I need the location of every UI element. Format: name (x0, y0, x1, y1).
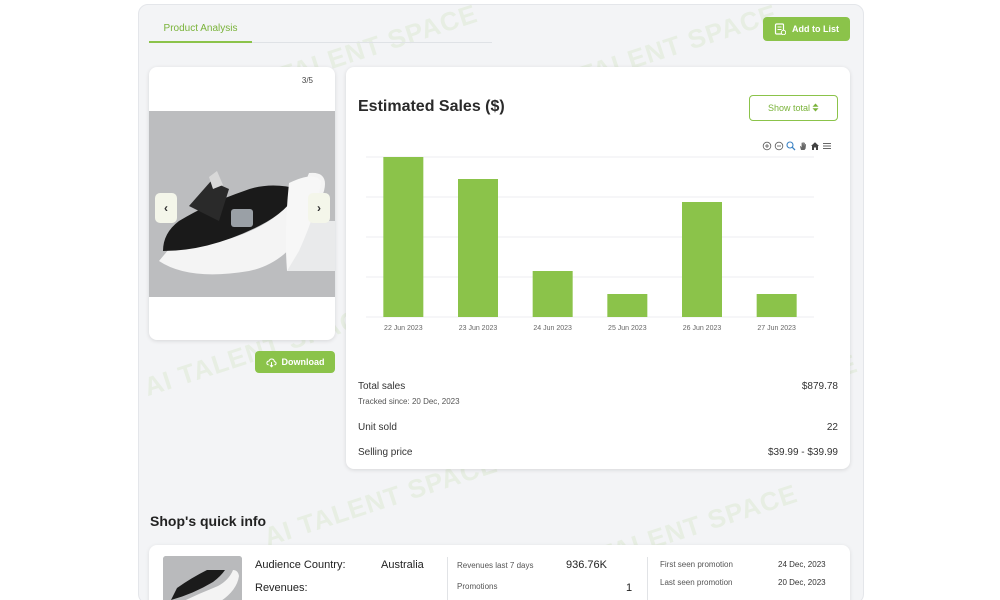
total-sales-value: $879.78 (801, 381, 838, 392)
unit-sold-label: Unit sold (358, 422, 397, 433)
x-axis-tick-label: 24 Jun 2023 (533, 325, 572, 332)
total-sales-label: Total sales (358, 381, 406, 392)
promotions-label: Promotions (457, 582, 498, 591)
shop-quick-info-heading: Shop's quick info (150, 513, 267, 529)
x-axis-tick-label: 26 Jun 2023 (683, 325, 722, 332)
shop-info-card: Audience Country: Australia Revenues: Re… (149, 545, 850, 600)
product-image-card: 3/5 ‹ › (149, 67, 335, 340)
revenues-label: Revenues: (255, 582, 308, 594)
last-seen-promotion-value: 20 Dec, 2023 (778, 578, 826, 587)
next-image-button[interactable]: › (308, 193, 330, 223)
sales-bar-chart: 22 Jun 2023 23 Jun 2023 24 Jun 2023 25 Jun … (366, 156, 814, 332)
add-to-list-button[interactable]: Add to List (763, 17, 850, 41)
divider (447, 557, 448, 600)
chart-bar[interactable] (607, 294, 648, 317)
last-seen-promotion-label: Last seen promotion (660, 578, 733, 587)
x-axis-tick-label: 22 Jun 2023 (384, 325, 423, 332)
chart-bar[interactable] (682, 202, 722, 317)
audience-country-value: Australia (381, 559, 424, 571)
download-label: Download (281, 357, 325, 367)
chart-bar[interactable] (756, 294, 797, 317)
download-button[interactable]: Download (255, 351, 335, 373)
x-axis-tick-label: 27 Jun 2023 (757, 325, 796, 332)
tracked-since-text: Tracked since: 20 Dec, 2023 (358, 397, 460, 406)
selling-price-label: Selling price (358, 447, 413, 458)
chart-bar[interactable] (458, 179, 498, 317)
first-seen-promotion-label: First seen promotion (660, 560, 733, 569)
cloud-download-icon (265, 357, 277, 368)
unit-sold-value: 22 (826, 422, 838, 433)
selling-price-value: $39.99 - $39.99 (767, 447, 838, 458)
revenues-7-days-value: 936.76K (566, 559, 607, 571)
chart-bar[interactable] (532, 271, 573, 317)
estimated-sales-card: Estimated Sales ($) Show total 22 Jun 20… (346, 67, 850, 469)
x-axis-tick-label: 23 Jun 2023 (459, 325, 498, 332)
tab-product-analysis[interactable]: Product Analysis (149, 23, 252, 43)
divider (647, 557, 648, 600)
revenues-7-days-label: Revenues last 7 days (457, 561, 534, 570)
tab-divider (252, 42, 492, 43)
promotions-value: 1 (626, 582, 633, 594)
chart-bar[interactable] (383, 157, 424, 317)
first-seen-promotion-value: 24 Dec, 2023 (778, 560, 826, 569)
active-tab-indicator (149, 41, 252, 43)
image-counter: 3/5 (301, 76, 313, 85)
shop-product-thumbnail (163, 556, 242, 600)
audience-country-label: Audience Country: (255, 559, 346, 571)
product-analysis-panel: AI TALENT SPACE AI TALENT SPACE AI TALEN… (138, 4, 864, 600)
add-to-list-label: Add to List (792, 24, 839, 34)
x-axis-tick-label: 25 Jun 2023 (608, 325, 647, 332)
list-add-icon (774, 23, 786, 35)
previous-image-button[interactable]: ‹ (155, 193, 177, 223)
